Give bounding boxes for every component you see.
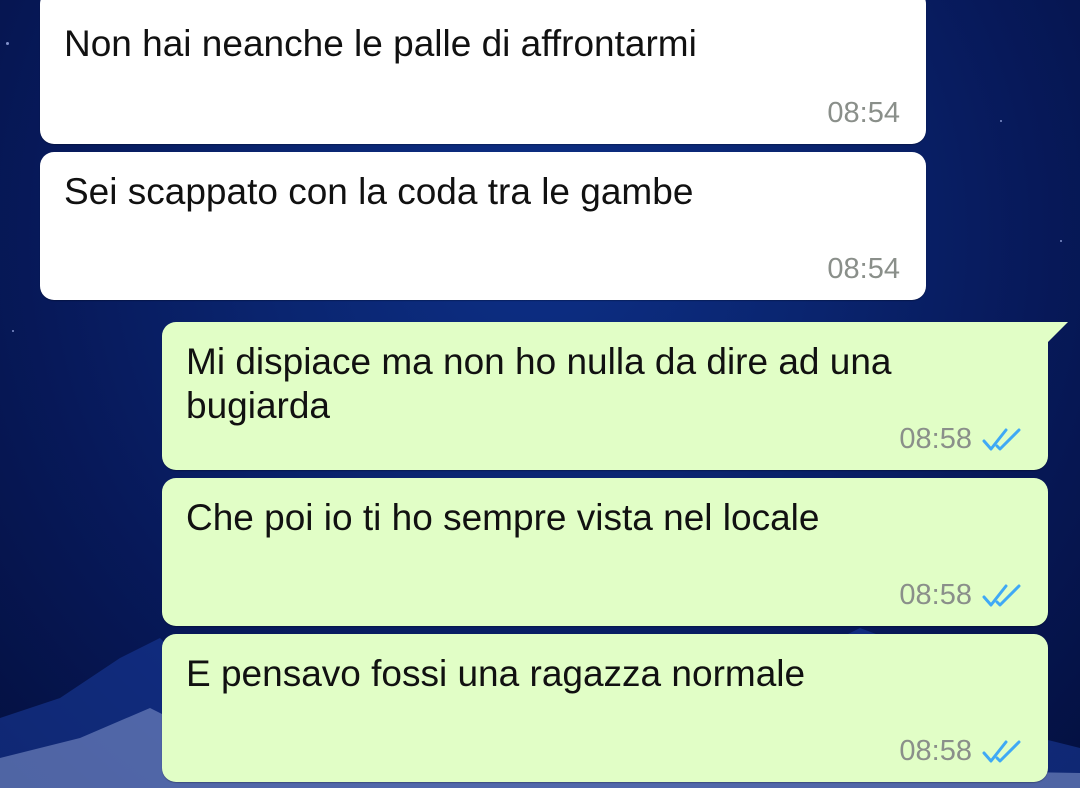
star-dot — [6, 42, 9, 45]
bubble-tail — [1046, 322, 1068, 344]
message-meta: 08:58 — [899, 579, 1022, 612]
message-bubble-incoming[interactable]: Sei scappato con la coda tra le gambe 08… — [40, 152, 926, 300]
message-text: Che poi io ti ho sempre vista nel locale — [186, 497, 820, 538]
message-timestamp: 08:58 — [899, 579, 972, 611]
message-meta: 08:58 — [899, 735, 1022, 768]
double-check-read-icon — [982, 740, 1021, 762]
message-text: Mi dispiace ma non ho nulla da dire ad u… — [186, 341, 892, 426]
message-meta: 08:54 — [827, 97, 900, 130]
message-text: Sei scappato con la coda tra le gambe — [64, 171, 694, 212]
message-bubble-outgoing[interactable]: Mi dispiace ma non ho nulla da dire ad u… — [162, 322, 1068, 470]
star-dot — [12, 330, 14, 332]
message-bubble-incoming[interactable]: Non hai neanche le palle di affrontarmi … — [40, 0, 926, 144]
message-bubble-outgoing[interactable]: Che poi io ti ho sempre vista nel locale… — [162, 478, 1048, 626]
message-bubble-outgoing[interactable]: E pensavo fossi una ragazza normale 08:5… — [162, 634, 1048, 782]
message-timestamp: 08:58 — [899, 735, 972, 767]
star-dot — [1000, 120, 1002, 122]
message-timestamp: 08:58 — [899, 423, 972, 455]
message-meta: 08:58 — [899, 423, 1022, 456]
message-timestamp: 08:54 — [827, 97, 900, 129]
message-meta: 08:54 — [827, 253, 900, 286]
message-text: Non hai neanche le palle di affrontarmi — [64, 23, 697, 64]
double-check-read-icon — [982, 584, 1021, 606]
star-dot — [1060, 240, 1062, 242]
double-check-read-icon — [982, 428, 1021, 450]
message-timestamp: 08:54 — [827, 253, 900, 285]
message-text: E pensavo fossi una ragazza normale — [186, 653, 806, 694]
